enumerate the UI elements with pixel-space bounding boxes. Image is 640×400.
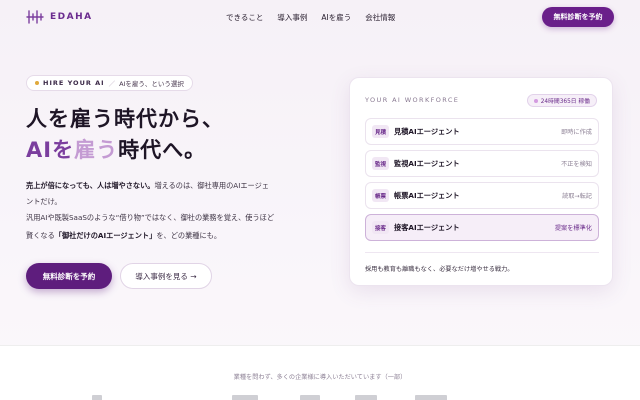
agent-row-monitor[interactable]: 監視 監視AIエージェント 不正を検知 [365,150,599,177]
hero-body-line-1: 売上が倍になっても、人は増やさない。増えるのは、御社専用のAIエージェ [26,181,269,191]
nav-item-case-studies[interactable]: 導入事例 [277,12,307,23]
brand-logo[interactable]: EDAHA [26,9,93,25]
tagline-dot-icon [35,81,39,85]
book-diagnosis-button[interactable]: 無料診断を予約 [26,263,112,289]
agent-tag: 帳票 [372,189,389,202]
main-nav: できること 導入事例 AIを雇う 会社情報 [226,12,395,23]
agent-tag: 接客 [372,221,389,234]
brand-name: EDAHA [50,12,93,22]
headline-rest: 時代へ。 [118,138,207,162]
agent-status: 即時に作成 [561,129,592,136]
headline-line-1: 人を雇う時代から、 [26,107,224,131]
book-diagnosis-button-header[interactable]: 無料診断を予約 [542,7,614,27]
hero-body-bold: 売上が倍になっても、人は増やさない。 [26,181,155,190]
client-logos [0,395,640,400]
agent-status: 不正を検知 [561,161,592,168]
agent-name: 接客AIエージェント [394,222,460,232]
tagline-pill: HIRE YOUR AI ／ AIを雇う、という選択 [26,75,193,91]
clients-section: 業種を問わず、多くの企業様に導入いただいています（一部） [0,345,640,400]
nav-item-hire-ai[interactable]: AIを雇う [321,12,351,23]
nav-item-company[interactable]: 会社情報 [365,12,395,23]
hero-body-line-3: 汎用AIや既製SaaSのような“借り物”ではなく、御社の業務を覚え、使うほど [26,213,275,222]
agent-row-forms[interactable]: 帳票 帳票AIエージェント 読取→転記 [365,182,599,209]
client-logo [92,395,102,400]
agent-row-quote[interactable]: 見積 見積AIエージェント 即時に作成 [365,118,599,145]
agent-row-customer-service[interactable]: 接客 接客AIエージェント 提案を標準化 [365,214,599,241]
agent-status: 提案を標準化 [554,225,592,232]
card-footer-text: 採用も教育も離職もなく、必要なだけ増やせる戦力。 [365,266,514,273]
client-logo [300,395,320,400]
headline-line-2: AIを雇う時代へ。 [26,134,206,164]
uptime-badge-label: 24時間365日 稼働 [540,99,590,105]
hero-body-line-4: 賢くなる「御社だけのAIエージェント」を、どの業種にも。 [26,231,221,241]
uptime-badge: 24時間365日 稼働 [526,94,597,107]
agent-status: 読取→転記 [562,193,592,200]
hero-body-4c: を、どの業種にも。 [156,231,222,240]
nav-item-capabilities[interactable]: できること [226,12,263,23]
view-case-studies-button[interactable]: 導入事例を見る → [120,263,212,289]
tagline-hire: HIRE YOUR AI [43,79,105,87]
headline-ai: AIを [26,138,75,162]
agent-name: 帳票AIエージェント [394,190,460,200]
brand-logo-icon [26,10,44,24]
hero-body-line-2: ントだけ。 [26,197,62,206]
agent-tag: 見積 [372,125,389,138]
headline-hire: 雇う [74,138,119,162]
client-logo [355,395,377,400]
client-logo [415,395,447,400]
agent-tag: 監視 [372,157,389,170]
ai-workforce-card: YOUR AI WORKFORCE 24時間365日 稼働 見積 見積AIエージ… [349,77,613,286]
tagline-text: AIを雇う、という選択 [119,80,184,88]
client-logo [232,395,258,400]
site-header: EDAHA できること 導入事例 AIを雇う 会社情報 無料診断を予約 [0,0,640,34]
hero-body-text-1: 増えるのは、御社専用のAIエージェ [154,181,269,190]
hero-body-4a: 賢くなる [26,231,55,240]
clients-caption: 業種を問わず、多くの企業様に導入いただいています（一部） [233,374,407,381]
card-divider [365,252,599,253]
agent-name: 見積AIエージェント [394,126,460,136]
card-title: YOUR AI WORKFORCE [365,96,460,104]
agent-name: 監視AIエージェント [394,158,460,168]
status-dot-icon [533,98,538,103]
tagline-separator: ／ [108,80,116,88]
hero-body-4b: 「御社だけのAIエージェント」 [54,231,157,240]
